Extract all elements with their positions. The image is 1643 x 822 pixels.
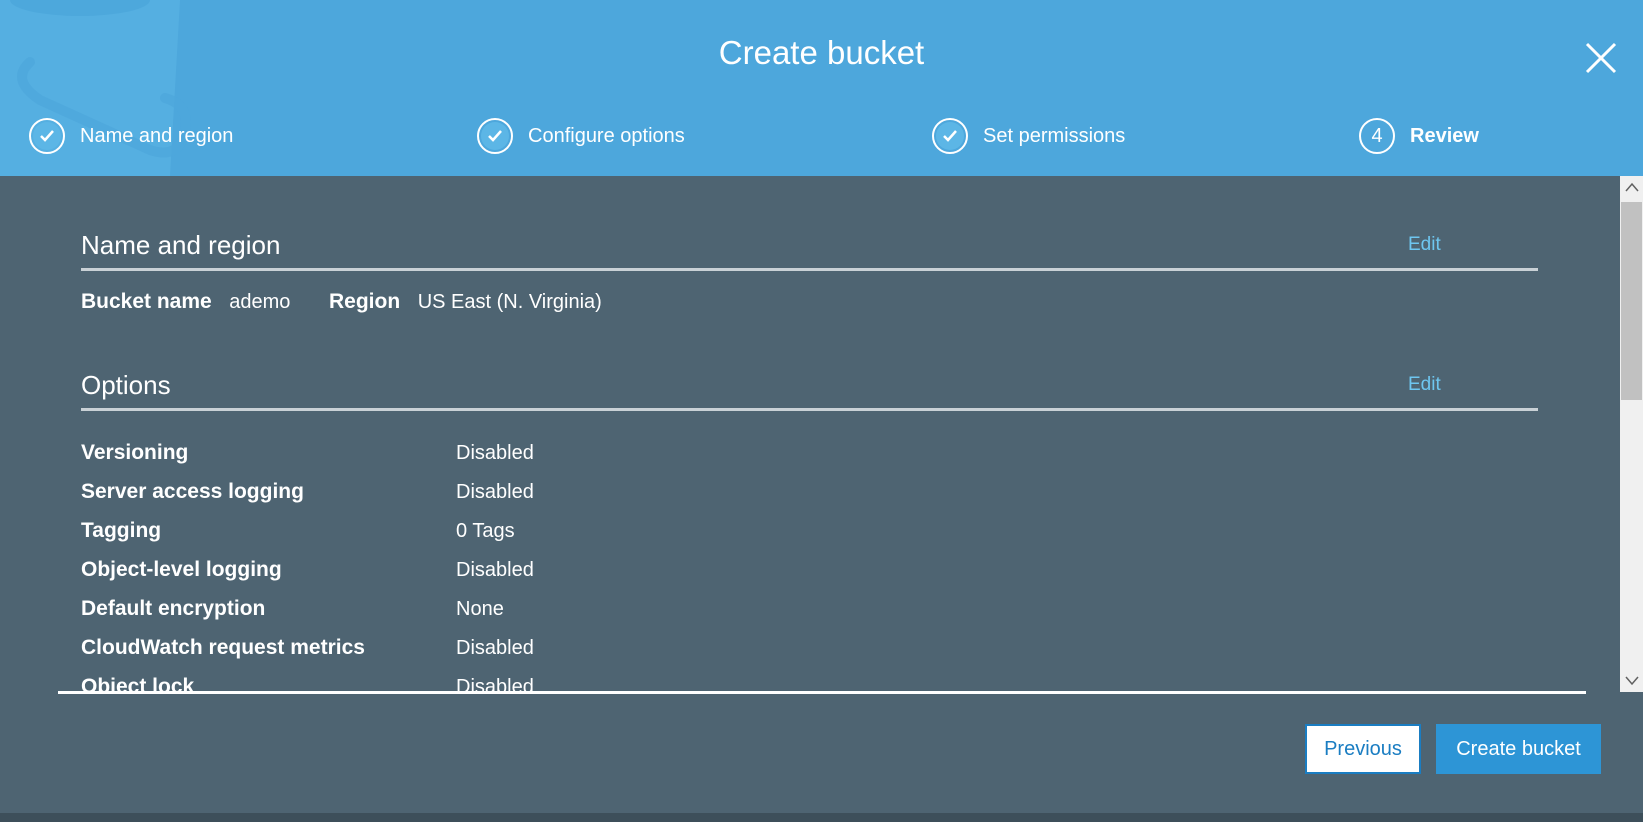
scroll-thumb[interactable] bbox=[1621, 202, 1642, 400]
option-label: Object-level logging bbox=[81, 558, 282, 581]
scroll-down-button[interactable] bbox=[1620, 670, 1643, 692]
section-title-name-region: Name and region bbox=[81, 230, 281, 260]
step-configure-options[interactable]: Configure options bbox=[477, 115, 685, 157]
footer-divider bbox=[58, 691, 1586, 694]
scroll-up-button[interactable] bbox=[1620, 176, 1643, 198]
dialog-title: Create bucket bbox=[718, 34, 925, 71]
option-label: Server access logging bbox=[81, 480, 304, 503]
option-value: Disabled bbox=[456, 637, 534, 659]
bucket-name-row: Bucket name ademo bbox=[81, 290, 290, 314]
option-label: CloudWatch request metrics bbox=[81, 636, 365, 659]
section-divider bbox=[81, 408, 1538, 411]
step-set-permissions[interactable]: Set permissions bbox=[932, 115, 1125, 157]
bucket-name-value: ademo bbox=[229, 291, 291, 313]
bucket-name-label: Bucket name bbox=[81, 290, 212, 313]
option-value: Disabled bbox=[456, 676, 534, 692]
section-divider bbox=[81, 268, 1538, 271]
step-label: Review bbox=[1410, 124, 1479, 147]
chevron-up-icon bbox=[1624, 182, 1639, 192]
option-value: Disabled bbox=[456, 442, 534, 464]
previous-button[interactable]: Previous bbox=[1305, 724, 1421, 774]
chevron-down-icon bbox=[1624, 676, 1639, 686]
check-circle-icon bbox=[477, 118, 513, 154]
close-button[interactable] bbox=[1584, 40, 1618, 76]
region-label: Region bbox=[329, 290, 401, 313]
option-value: Disabled bbox=[456, 559, 534, 581]
step-number-icon: 4 bbox=[1359, 118, 1395, 154]
dialog-header: Create bucket Name and region Configure … bbox=[0, 0, 1643, 176]
edit-options-link[interactable]: Edit bbox=[1408, 374, 1441, 396]
section-title-options: Options bbox=[81, 370, 171, 400]
option-label: Default encryption bbox=[81, 597, 266, 620]
option-label: Object lock bbox=[81, 675, 195, 692]
page-bottom-strip bbox=[0, 813, 1643, 822]
option-value: 0 Tags bbox=[456, 520, 515, 542]
check-circle-icon bbox=[932, 118, 968, 154]
step-label: Configure options bbox=[528, 124, 685, 147]
step-label: Name and region bbox=[80, 124, 234, 147]
vertical-scrollbar[interactable] bbox=[1620, 176, 1643, 692]
option-value: Disabled bbox=[456, 481, 534, 503]
option-value: None bbox=[456, 598, 504, 620]
edit-name-region-link[interactable]: Edit bbox=[1408, 234, 1441, 256]
step-label: Set permissions bbox=[983, 124, 1126, 147]
review-content: Name and region Edit Bucket name ademo R… bbox=[0, 176, 1620, 692]
option-label: Versioning bbox=[81, 441, 189, 464]
option-label: Tagging bbox=[81, 519, 162, 542]
step-review[interactable]: 4 Review bbox=[1359, 115, 1479, 157]
region-value: US East (N. Virginia) bbox=[417, 291, 602, 313]
step-number: 4 bbox=[1371, 124, 1383, 147]
step-name-and-region[interactable]: Name and region bbox=[29, 115, 233, 157]
check-circle-icon bbox=[29, 118, 65, 154]
create-bucket-button[interactable]: Create bucket bbox=[1436, 724, 1601, 774]
region-row: Region US East (N. Virginia) bbox=[329, 290, 602, 314]
close-icon bbox=[1585, 42, 1617, 74]
